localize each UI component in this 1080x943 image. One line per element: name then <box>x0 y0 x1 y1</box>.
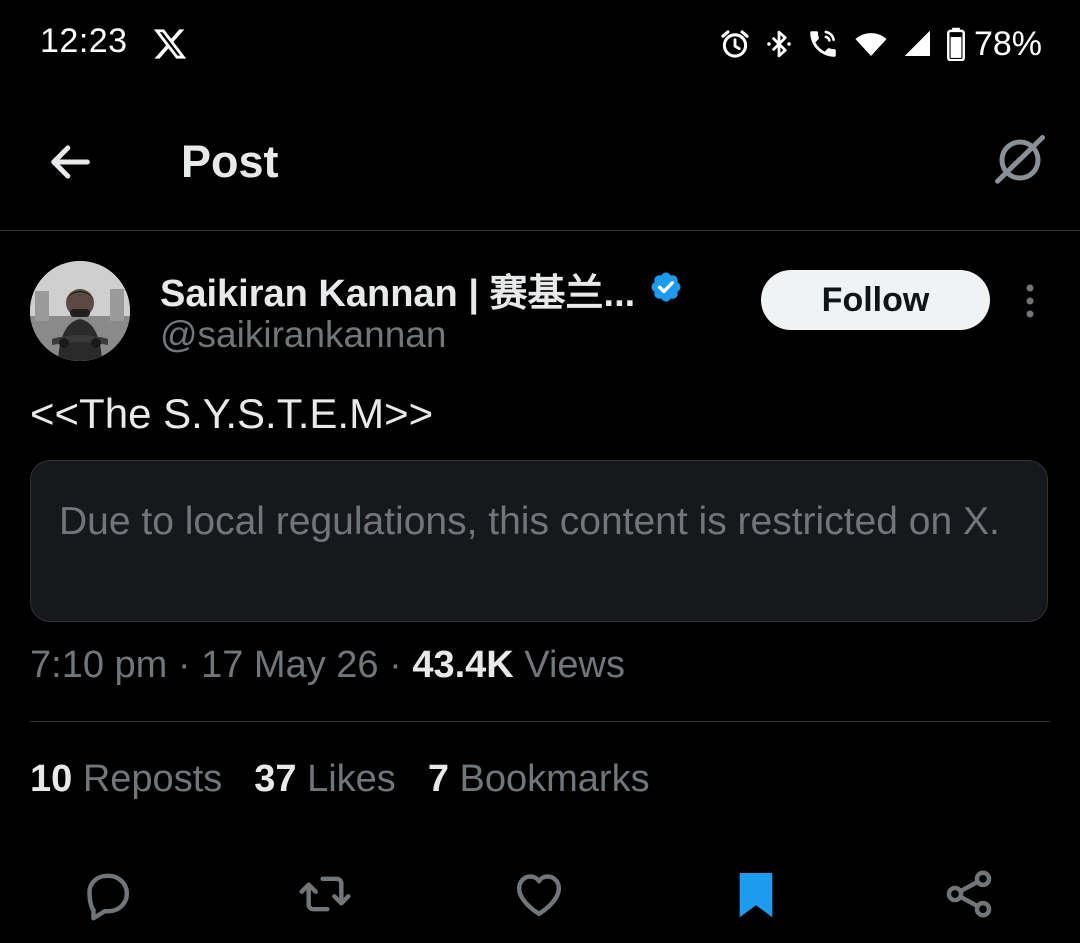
author-name-row[interactable]: Saikiran Kannan | 赛基兰... <box>160 262 683 317</box>
post-text: <<The S.Y.S.T.E.M>> <box>30 390 434 437</box>
reposts-stat[interactable]: 10 Reposts <box>30 758 222 801</box>
author-handle[interactable]: @saikirankannan <box>160 314 446 356</box>
follow-button[interactable]: Follow <box>761 270 990 330</box>
reply-icon <box>87 873 130 921</box>
bookmark-button[interactable] <box>728 866 784 922</box>
divider <box>30 721 1050 722</box>
reposts-label: Reposts <box>82 758 223 800</box>
avatar[interactable] <box>30 261 130 361</box>
bookmarks-label: Bookmarks <box>459 758 650 800</box>
bookmarks-count: 7 <box>427 758 449 800</box>
repost-icon <box>299 876 351 912</box>
reply-button[interactable] <box>79 866 135 922</box>
post-time: 7:10 pm <box>30 644 168 686</box>
author-name: Saikiran Kannan | 赛基兰... <box>160 273 636 315</box>
alarm-icon <box>718 27 752 61</box>
restricted-notice-text: Due to local regulations, this content i… <box>59 500 1000 543</box>
likes-label: Likes <box>307 758 396 800</box>
bookmark-icon <box>739 873 773 918</box>
likes-count: 37 <box>254 758 297 800</box>
x-logo-icon <box>152 26 188 62</box>
status-icons: 78% <box>718 22 1042 66</box>
cellular-signal-icon <box>902 27 934 61</box>
bookmarks-stat[interactable]: 7 Bookmarks <box>428 758 650 801</box>
post-stats: 10 Reposts 37 Likes 7 Bookmarks <box>30 758 650 801</box>
arrow-left-icon <box>51 145 90 179</box>
status-bar: 12:23 78% <box>0 0 1080 92</box>
battery-percentage: 78% <box>973 24 1042 63</box>
wifi-calling-icon <box>806 27 840 61</box>
post-meta: 7:10 pm · 17 May 26 · 43.4K Views <box>30 644 625 687</box>
restricted-media-notice: Due to local regulations, this content i… <box>30 460 1048 622</box>
share-icon <box>946 870 992 918</box>
post-date: 17 May 26 <box>201 644 379 686</box>
meta-separator: · <box>167 644 202 686</box>
share-button[interactable] <box>941 866 997 922</box>
repost-button[interactable] <box>297 866 353 922</box>
views-label: Views <box>524 644 625 686</box>
grok-icon <box>995 135 1045 184</box>
reposts-count: 10 <box>30 758 73 800</box>
more-vertical-icon <box>1026 284 1034 318</box>
status-time: 12:23 <box>40 22 128 60</box>
page-title: Post <box>181 136 279 187</box>
wifi-icon <box>852 27 890 61</box>
meta-separator: · <box>378 644 413 686</box>
grok-button[interactable] <box>990 130 1050 190</box>
bluetooth-icon <box>764 27 794 61</box>
views-count: 43.4K <box>412 644 514 686</box>
more-options-button[interactable] <box>1012 280 1048 324</box>
top-app-bar: Post <box>0 92 1080 231</box>
likes-stat[interactable]: 37 Likes <box>254 758 396 801</box>
verified-badge-icon <box>649 270 683 309</box>
like-icon <box>516 874 562 917</box>
battery-icon <box>946 27 966 61</box>
back-button[interactable] <box>44 136 96 188</box>
like-button[interactable] <box>511 866 567 922</box>
